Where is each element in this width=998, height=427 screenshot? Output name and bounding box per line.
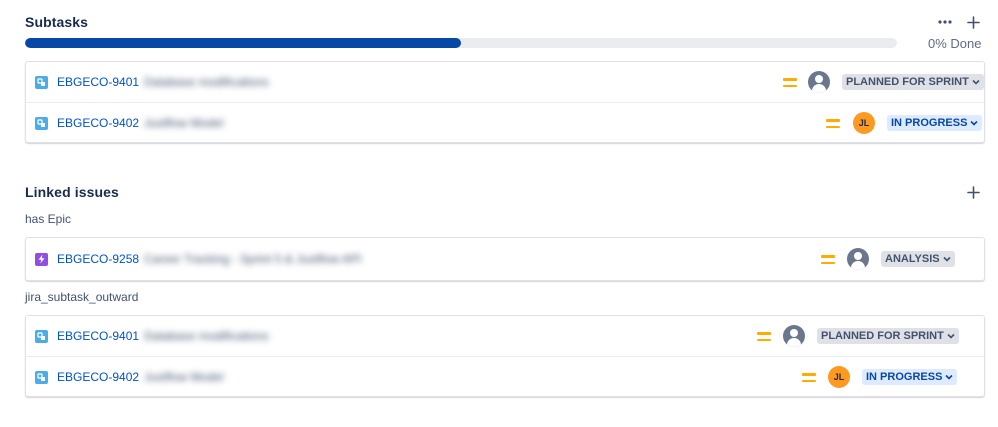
more-options-button[interactable]	[935, 12, 955, 32]
linked-issue-row[interactable]: EBGECO-9402 Justflow Model JL IN PROGRES…	[26, 356, 984, 397]
linked-issue-row[interactable]: EBGECO-9401 Database modifications PLANN…	[26, 316, 984, 356]
subtask-icon	[35, 329, 48, 343]
priority-medium-icon	[821, 255, 835, 264]
assignee-avatar[interactable]: JL	[828, 366, 850, 388]
subtask-row[interactable]: EBGECO-9401 Database modifications PLANN…	[26, 62, 984, 102]
status-dropdown[interactable]: IN PROGRESS	[887, 115, 983, 131]
status-label: ANALYSIS	[885, 253, 940, 265]
priority-medium-icon	[783, 78, 797, 87]
epic-icon	[35, 252, 48, 266]
priority-medium-icon	[802, 373, 816, 382]
chevron-down-icon	[972, 79, 980, 85]
chevron-down-icon	[945, 374, 953, 380]
linked-issues-list: EBGECO-9258 Career Tracking - Sprint 5 &…	[25, 237, 985, 281]
status-label: IN PROGRESS	[866, 371, 943, 383]
chevron-down-icon	[970, 120, 978, 126]
status-dropdown[interactable]: ANALYSIS	[881, 251, 955, 267]
add-linked-issue-button[interactable]	[963, 182, 983, 202]
linked-issues-heading: Linked issues	[25, 184, 119, 200]
subtask-icon	[35, 116, 48, 130]
linked-issues-list: EBGECO-9401 Database modifications PLANN…	[25, 315, 985, 397]
issue-summary[interactable]: Database modifications	[144, 75, 269, 89]
issue-summary[interactable]: Database modifications	[144, 329, 269, 343]
issue-summary[interactable]: Justflow Model	[144, 116, 223, 130]
assignee-avatar[interactable]: JL	[853, 112, 875, 134]
more-horizontal-icon	[938, 20, 952, 24]
subtasks-list: EBGECO-9401 Database modifications PLANN…	[25, 61, 985, 143]
progress-label: 0% Done	[928, 36, 982, 51]
add-subtask-button[interactable]	[963, 12, 983, 32]
status-dropdown[interactable]: PLANNED FOR SPRINT	[842, 74, 984, 90]
linked-issue-row[interactable]: EBGECO-9258 Career Tracking - Sprint 5 &…	[26, 239, 984, 279]
unassigned-avatar[interactable]	[847, 248, 869, 270]
status-label: IN PROGRESS	[891, 117, 968, 129]
add-icon	[966, 15, 980, 29]
status-label: PLANNED FOR SPRINT	[821, 330, 944, 342]
subtasks-progress-fill	[25, 38, 461, 48]
status-dropdown[interactable]: IN PROGRESS	[862, 369, 958, 385]
subtasks-heading: Subtasks	[25, 14, 89, 30]
issue-summary[interactable]: Justflow Model	[144, 370, 223, 384]
chevron-down-icon	[947, 333, 955, 339]
subtask-icon	[35, 370, 48, 384]
issue-key-link[interactable]: EBGECO-9402	[57, 370, 139, 384]
link-type-label: has Epic	[25, 212, 72, 226]
status-dropdown[interactable]: PLANNED FOR SPRINT	[817, 328, 959, 344]
subtask-row[interactable]: EBGECO-9402 Justflow Model JL IN PROGRES…	[26, 102, 984, 143]
issue-key-link[interactable]: EBGECO-9402	[57, 116, 139, 130]
issue-key-link[interactable]: EBGECO-9258	[57, 252, 139, 266]
subtasks-progress-bar	[25, 38, 897, 48]
priority-medium-icon	[826, 119, 840, 128]
chevron-down-icon	[943, 256, 951, 262]
unassigned-avatar[interactable]	[783, 325, 805, 347]
issue-key-link[interactable]: EBGECO-9401	[57, 329, 139, 343]
status-label: PLANNED FOR SPRINT	[846, 76, 969, 88]
unassigned-avatar[interactable]	[808, 71, 830, 93]
subtask-icon	[35, 75, 48, 89]
issue-summary[interactable]: Career Tracking - Sprint 5 & Justflow AP…	[144, 252, 361, 266]
add-icon	[966, 185, 980, 199]
link-type-label: jira_subtask_outward	[25, 290, 139, 304]
issue-key-link[interactable]: EBGECO-9401	[57, 75, 139, 89]
priority-medium-icon	[757, 332, 771, 341]
